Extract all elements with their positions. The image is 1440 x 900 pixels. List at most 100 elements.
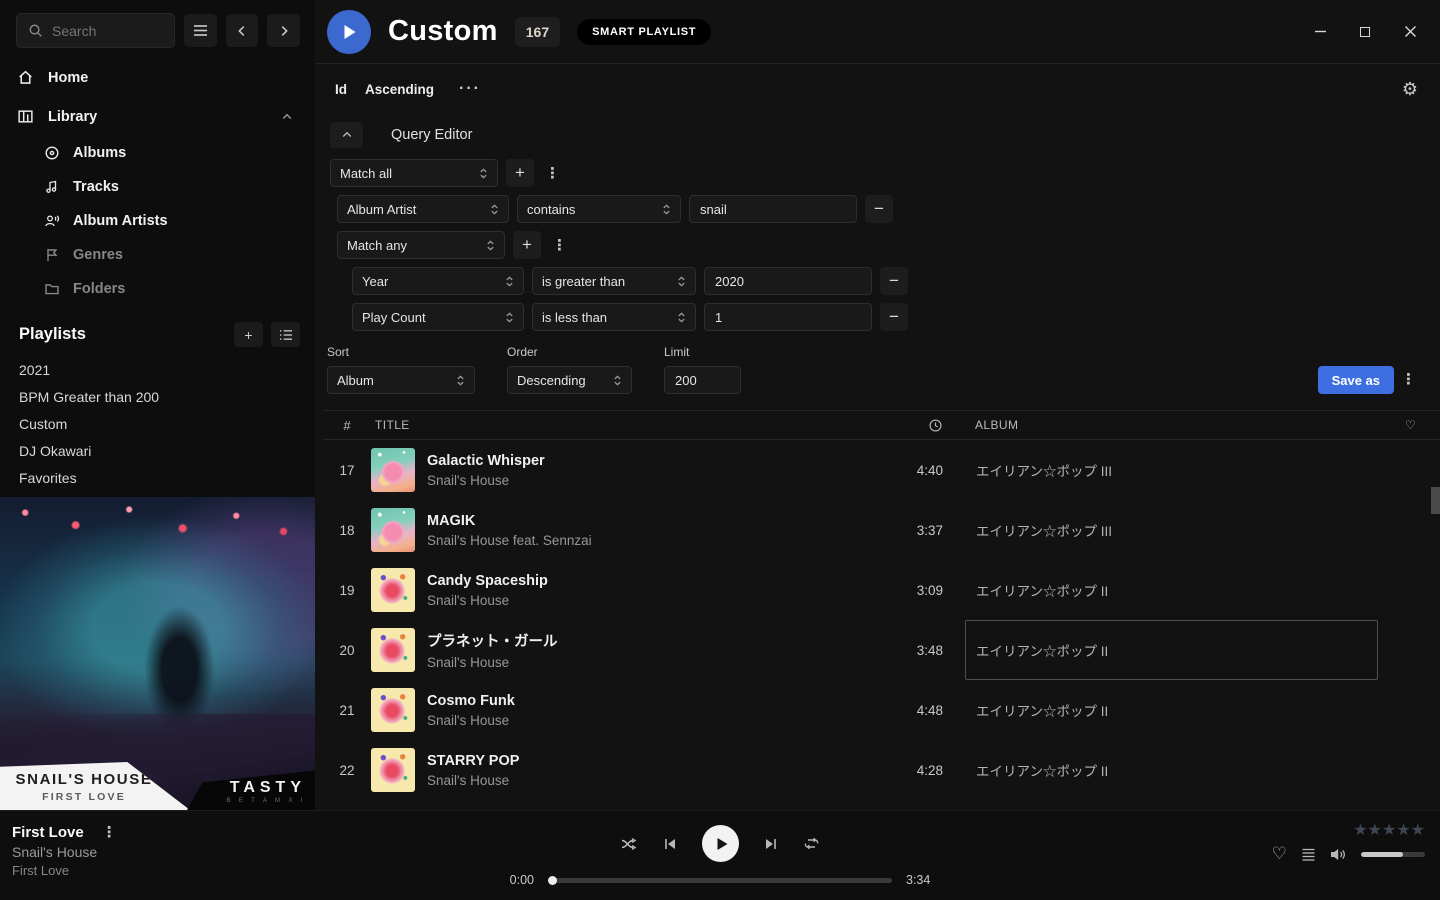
maximize-icon — [1360, 27, 1370, 37]
playlist-item-dj-okawari[interactable]: DJ Okawari — [0, 437, 315, 464]
seek-bar[interactable] — [548, 878, 892, 883]
duration-clock-icon[interactable] — [887, 418, 965, 433]
sort-field-button[interactable]: Id — [335, 82, 347, 97]
maximize-button[interactable] — [1357, 24, 1373, 40]
playlist-item-custom[interactable]: Custom — [0, 410, 315, 437]
sidebar-item-albums[interactable]: Albums — [0, 136, 315, 170]
remove-rule-button[interactable]: − — [865, 195, 893, 223]
group-match-select[interactable]: Match any — [337, 231, 505, 259]
table-row[interactable]: 20 プラネット・ガール Snail's House 3:48 エイリアン☆ポッ… — [323, 620, 1440, 680]
album-cell[interactable]: エイリアン☆ポップ III — [965, 500, 1378, 560]
more-options-button[interactable]: ··· — [459, 80, 481, 98]
track-art — [371, 508, 415, 552]
album-cell[interactable]: エイリアン☆ポップ II — [965, 680, 1378, 740]
chevron-up-icon[interactable] — [281, 111, 293, 123]
group-kebab-icon[interactable]: ⋮ — [549, 238, 570, 253]
group-rule2-operator-select[interactable]: is less than — [532, 303, 696, 331]
repeat-icon[interactable] — [803, 836, 820, 851]
close-button[interactable] — [1402, 24, 1418, 40]
collapse-query-editor-button[interactable] — [330, 122, 363, 148]
album-cell[interactable]: エイリアン☆ポップ II — [965, 620, 1378, 680]
group-rule2-remove-button[interactable]: − — [880, 303, 908, 331]
sidebar-item-tracks[interactable]: Tracks — [0, 170, 315, 204]
album-cell[interactable]: エイリアン☆ポップ III — [965, 440, 1378, 500]
table-row[interactable]: 17 Galactic Whisper Snail's House 4:40 エ… — [323, 440, 1440, 500]
play-playlist-button[interactable] — [327, 10, 371, 54]
playlist-item-bpm[interactable]: BPM Greater than 200 — [0, 383, 315, 410]
next-track-icon[interactable] — [764, 837, 778, 851]
album-cell[interactable]: エイリアン☆ポップ II — [965, 560, 1378, 620]
order-select[interactable]: Descending — [507, 366, 632, 394]
table-row[interactable]: 18 MAGIK Snail's House feat. Sennzai 3:3… — [323, 500, 1440, 560]
home-label: Home — [48, 70, 88, 86]
album-artists-icon — [44, 213, 60, 229]
play-pause-button[interactable] — [702, 825, 739, 862]
playlist-list-button[interactable] — [271, 322, 300, 347]
group-rule1-operator-select[interactable]: is greater than — [532, 267, 696, 295]
volume-icon[interactable] — [1330, 847, 1347, 862]
playlist-item-2021[interactable]: 2021 — [0, 356, 315, 383]
group-rule2-value-input[interactable] — [704, 303, 872, 331]
settings-gear-icon[interactable]: ⚙ — [1402, 79, 1418, 100]
track-title: STARRY POP — [427, 753, 519, 769]
playlist-item-favorites[interactable]: Favorites — [0, 464, 315, 491]
header-heart-icon[interactable]: ♡ — [1395, 418, 1440, 432]
now-playing-kebab-icon[interactable]: ⋮ — [99, 825, 120, 840]
rule-field-select[interactable]: Album Artist — [337, 195, 509, 223]
select-caret-icon — [486, 240, 495, 251]
playlists-title: Playlists — [19, 325, 226, 344]
save-kebab-icon[interactable]: ⋮ — [1398, 372, 1419, 387]
table-row[interactable]: 19 Candy Spaceship Snail's House 3:09 エイ… — [323, 560, 1440, 620]
scrollbar-thumb[interactable] — [1431, 487, 1440, 514]
group-rule2-field-select[interactable]: Play Count — [352, 303, 524, 331]
search-icon — [28, 23, 43, 38]
track-duration: 4:40 — [887, 463, 965, 478]
root-match-select[interactable]: Match all — [330, 159, 498, 187]
sidebar-item-album-artists[interactable]: Album Artists — [0, 204, 315, 238]
group-add-rule-button[interactable]: + — [513, 231, 541, 259]
limit-input[interactable] — [664, 366, 741, 394]
now-playing-artist[interactable]: Snail's House — [12, 844, 332, 860]
queue-icon[interactable] — [1301, 848, 1316, 862]
forward-button[interactable] — [267, 14, 300, 47]
table-row[interactable]: 21 Cosmo Funk Snail's House 4:48 エイリアン☆ポ… — [323, 680, 1440, 740]
now-playing-album[interactable]: First Love — [12, 863, 332, 878]
add-rule-button[interactable]: + — [506, 159, 534, 187]
query-editor: Query Editor Match all + ⋮ Album Artist — [315, 114, 1440, 339]
header-title[interactable]: TITLE — [371, 418, 887, 432]
shuffle-icon[interactable] — [620, 836, 638, 852]
group-rule1-value-input[interactable] — [704, 267, 872, 295]
minimize-button[interactable] — [1312, 24, 1328, 40]
table-header: # TITLE ALBUM ♡ — [323, 410, 1440, 440]
back-button[interactable] — [226, 14, 259, 47]
now-playing-title[interactable]: First Love — [12, 824, 84, 841]
rule-kebab-icon[interactable]: ⋮ — [542, 166, 563, 181]
favorite-heart-icon[interactable]: ♡ — [1272, 846, 1287, 863]
album-cell[interactable]: エイリアン☆ポップ II — [965, 740, 1378, 800]
header-index[interactable]: # — [323, 418, 371, 433]
sidebar-item-home[interactable]: Home — [0, 58, 315, 97]
rating-stars[interactable]: ★★★★★ — [1353, 822, 1425, 838]
group-rule1-remove-button[interactable]: − — [880, 267, 908, 295]
table-row[interactable]: 22 STARRY POP Snail's House 4:28 エイリアン☆ポ… — [323, 740, 1440, 800]
rule-operator-select[interactable]: contains — [517, 195, 681, 223]
save-as-button[interactable]: Save as — [1318, 366, 1394, 394]
menu-button[interactable] — [184, 14, 217, 47]
seek-handle[interactable] — [548, 876, 557, 885]
volume-slider[interactable] — [1361, 852, 1425, 857]
sidebar-item-folders[interactable]: Folders — [0, 272, 315, 306]
sort-select[interactable]: Album — [327, 366, 475, 394]
track-artist: Snail's House — [427, 713, 515, 728]
sort-direction-button[interactable]: Ascending — [365, 82, 434, 97]
previous-track-icon[interactable] — [663, 837, 677, 851]
add-playlist-button[interactable]: + — [234, 322, 263, 347]
group-rule1-field-select[interactable]: Year — [352, 267, 524, 295]
track-duration: 4:48 — [887, 703, 965, 718]
select-caret-icon — [490, 204, 499, 215]
sidebar-item-genres[interactable]: Genres — [0, 238, 315, 272]
rule-value-input[interactable] — [689, 195, 857, 223]
header-album[interactable]: ALBUM — [965, 418, 1395, 432]
search-input[interactable]: Search — [16, 13, 175, 48]
sidebar-item-library[interactable]: Library — [0, 97, 315, 136]
track-duration: 3:37 — [887, 523, 965, 538]
